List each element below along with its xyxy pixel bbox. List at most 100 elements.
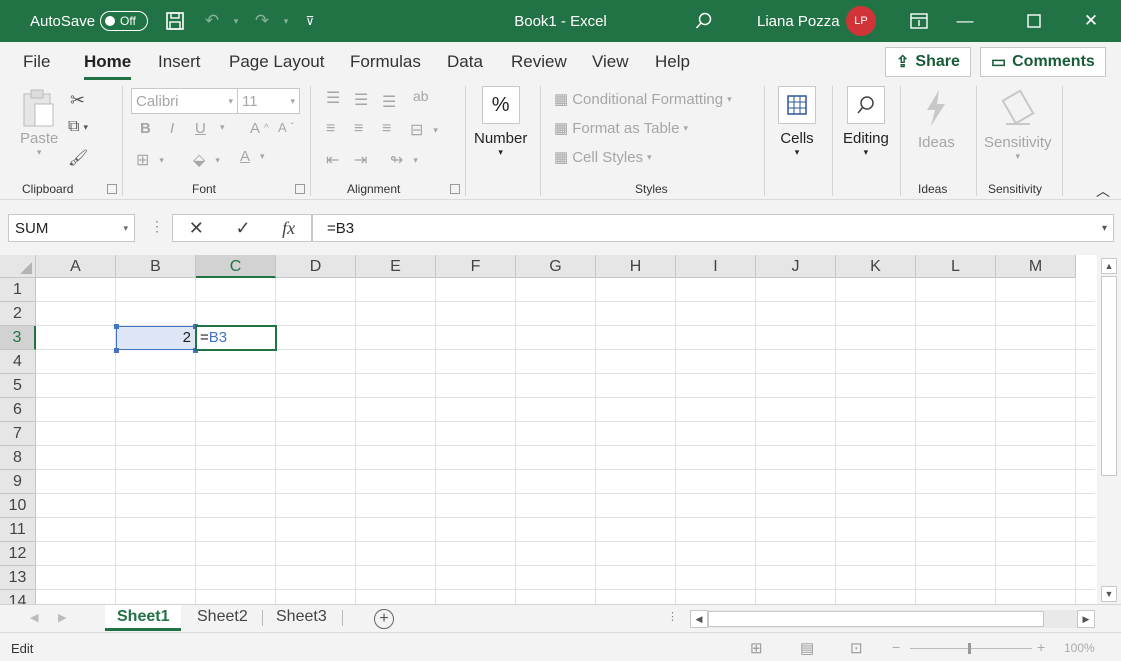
page-layout-view-icon[interactable]: ▤ xyxy=(800,639,814,657)
horizontal-scroll-thumb[interactable] xyxy=(708,611,1044,627)
formula-input[interactable]: =B3 ▾ xyxy=(312,214,1114,242)
row-header-9[interactable]: 9 xyxy=(0,470,36,494)
format-as-table-button[interactable]: ▦ Format as Table ▾ xyxy=(554,119,688,138)
row-header-1[interactable]: 1 xyxy=(0,278,36,302)
cancel-icon[interactable]: ✕ xyxy=(189,218,204,239)
row-header-3[interactable]: 3 xyxy=(0,326,36,350)
row-header-2[interactable]: 2 xyxy=(0,302,36,326)
page-break-view-icon[interactable]: ⊡ xyxy=(850,639,863,657)
column-header-l[interactable]: L xyxy=(916,255,996,278)
zoom-level[interactable]: 100% xyxy=(1064,641,1095,655)
zoom-in-icon[interactable]: + xyxy=(1037,639,1045,655)
row-header-10[interactable]: 10 xyxy=(0,494,36,518)
row-header-11[interactable]: 11 xyxy=(0,518,36,542)
scroll-left-icon[interactable]: ◀ xyxy=(690,610,708,628)
orientation-icon[interactable]: ab xyxy=(413,88,429,104)
range-handle-icon[interactable] xyxy=(114,348,119,353)
customize-qat-icon[interactable]: ⊽ xyxy=(296,0,324,42)
zoom-slider-knob[interactable] xyxy=(968,643,971,654)
autosave-toggle[interactable]: Off xyxy=(100,0,148,42)
comments-button[interactable]: ▭ Comments xyxy=(980,47,1106,77)
cut-icon[interactable]: ✂ xyxy=(70,90,85,111)
editing-button[interactable]: Editing ▾ xyxy=(843,86,889,158)
copy-button[interactable]: ⧉ ▾ xyxy=(68,118,88,136)
select-all-button[interactable] xyxy=(0,255,36,278)
name-box[interactable]: SUM ▾ xyxy=(8,214,135,242)
number-button[interactable]: % Number ▾ xyxy=(474,86,527,158)
vertical-scrollbar[interactable]: ▲ ▼ xyxy=(1097,255,1121,604)
column-header-g[interactable]: G xyxy=(516,255,596,278)
fill-color-icon[interactable]: ⬙ ▾ xyxy=(193,150,220,170)
increase-indent-icon[interactable]: ⇥ xyxy=(354,150,367,170)
column-header-j[interactable]: J xyxy=(756,255,836,278)
tab-data[interactable]: Data xyxy=(447,52,483,72)
align-center-icon[interactable]: ≡ xyxy=(354,120,363,138)
maximize-icon[interactable] xyxy=(1011,0,1057,42)
column-header-m[interactable]: M xyxy=(996,255,1076,278)
row-header-12[interactable]: 12 xyxy=(0,542,36,566)
range-handle-icon[interactable] xyxy=(114,324,119,329)
ideas-button[interactable]: Ideas xyxy=(918,88,955,151)
cell-styles-button[interactable]: ▦ Cell Styles ▾ xyxy=(554,148,652,167)
column-header-h[interactable]: H xyxy=(596,255,676,278)
tab-help[interactable]: Help xyxy=(655,52,690,72)
avatar[interactable]: LP xyxy=(846,0,876,42)
row-header-7[interactable]: 7 xyxy=(0,422,36,446)
row-header-4[interactable]: 4 xyxy=(0,350,36,374)
column-header-e[interactable]: E xyxy=(356,255,436,278)
align-right-icon[interactable]: ≡ xyxy=(382,120,391,138)
wrap-text-icon[interactable]: ↬ ▾ xyxy=(390,150,418,170)
shrink-font-button[interactable]: Aˇ xyxy=(278,120,294,135)
underline-button[interactable]: U xyxy=(195,120,206,137)
tab-review[interactable]: Review xyxy=(511,52,567,72)
column-header-k[interactable]: K xyxy=(836,255,916,278)
top-align-icon[interactable]: ☰ xyxy=(326,88,340,108)
user-name[interactable]: Liana Pozza xyxy=(757,0,840,42)
row-header-13[interactable]: 13 xyxy=(0,566,36,590)
sensitivity-button[interactable]: Sensitivity ▾ xyxy=(984,88,1052,162)
minimize-icon[interactable]: — xyxy=(942,0,988,42)
close-icon[interactable]: ✕ xyxy=(1068,0,1114,42)
horizontal-scrollbar[interactable]: ◀ ▶ xyxy=(690,610,1095,628)
next-sheet-icon[interactable]: ▶ xyxy=(58,611,66,624)
sheet-tab-sheet3[interactable]: Sheet3 xyxy=(264,605,339,631)
prev-sheet-icon[interactable]: ◀ xyxy=(30,611,38,624)
column-header-d[interactable]: D xyxy=(276,255,356,278)
undo-dropdown-icon[interactable]: ▾ xyxy=(222,0,250,42)
scroll-up-icon[interactable]: ▲ xyxy=(1101,258,1117,274)
save-icon[interactable] xyxy=(161,0,189,42)
normal-view-icon[interactable]: ⊞ xyxy=(750,639,763,657)
collapse-ribbon-icon[interactable]: ︿ xyxy=(1096,181,1110,201)
sheet-tab-sheet1[interactable]: Sheet1 xyxy=(105,605,182,631)
row-header-14[interactable]: 14 xyxy=(0,590,36,604)
borders-icon[interactable]: ⊞ ▾ xyxy=(136,150,164,170)
scroll-down-icon[interactable]: ▼ xyxy=(1101,586,1117,602)
add-sheet-icon[interactable]: + xyxy=(374,609,394,629)
tab-insert[interactable]: Insert xyxy=(158,52,201,72)
grow-font-button[interactable]: A ^ xyxy=(250,120,269,137)
search-icon[interactable] xyxy=(690,0,718,42)
tab-page-layout[interactable]: Page Layout xyxy=(229,52,324,72)
italic-button[interactable]: I xyxy=(170,120,174,137)
column-header-i[interactable]: I xyxy=(676,255,756,278)
zoom-slider[interactable] xyxy=(910,648,1032,649)
enter-icon[interactable]: ✓ xyxy=(235,218,250,239)
column-header-a[interactable]: A xyxy=(36,255,116,278)
merge-center-icon[interactable]: ⊟ ▾ xyxy=(410,120,438,140)
share-button[interactable]: ⇪ Share xyxy=(885,47,971,77)
bottom-align-icon[interactable]: ☰ xyxy=(382,92,396,112)
decrease-indent-icon[interactable]: ⇤ xyxy=(326,150,339,170)
font-size-combo[interactable]: 11 ▾ xyxy=(237,88,300,114)
tab-home[interactable]: Home xyxy=(84,52,132,80)
conditional-formatting-button[interactable]: ▦ Conditional Formatting ▾ xyxy=(554,90,732,109)
tab-formulas[interactable]: Formulas xyxy=(350,52,421,72)
column-header-f[interactable]: F xyxy=(436,255,516,278)
tab-view[interactable]: View xyxy=(592,52,629,72)
insert-function-icon[interactable]: fx xyxy=(282,218,295,239)
row-header-6[interactable]: 6 xyxy=(0,398,36,422)
cell-c3-editing[interactable]: =B3 xyxy=(195,325,277,351)
worksheet-grid[interactable]: ABCDEFGHIJKLM 1 2 3 4 5 6 7 8 9 10 11 12 13 14 2 =B3 … xyxy=(0,255,1121,604)
column-header-c[interactable]: C xyxy=(196,255,276,278)
zoom-out-icon[interactable]: − xyxy=(892,639,900,655)
font-launcher-icon[interactable] xyxy=(295,184,305,194)
